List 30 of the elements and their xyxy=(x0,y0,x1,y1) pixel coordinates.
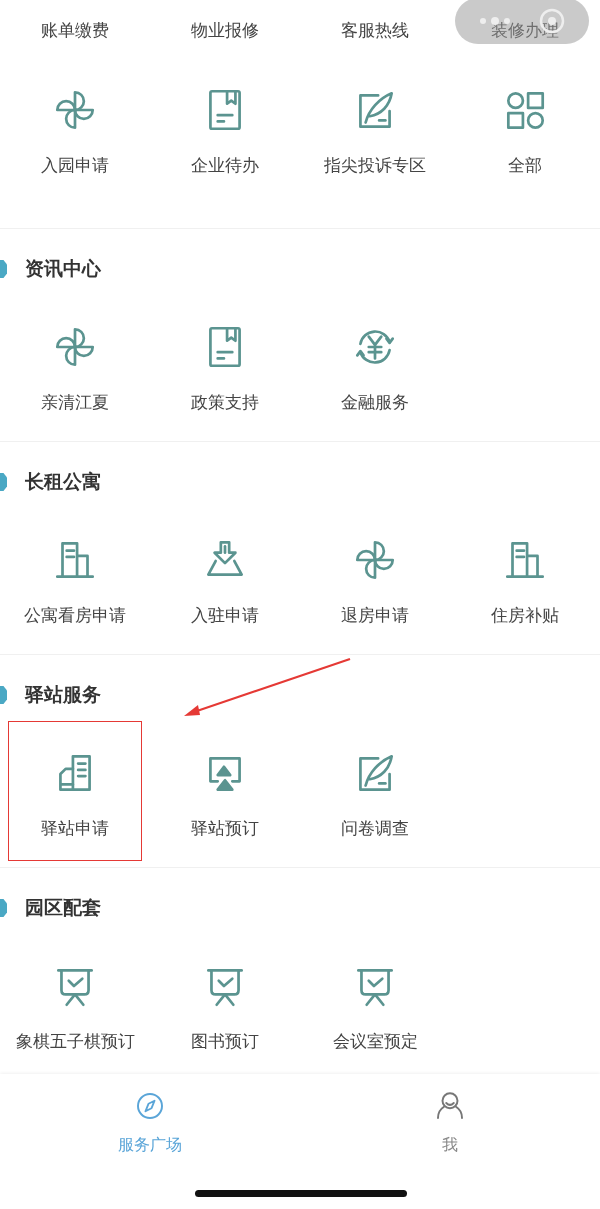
service-button[interactable]: 住房补贴 xyxy=(458,508,592,648)
section-marker xyxy=(0,260,7,278)
service-link[interactable]: 账单缴费 xyxy=(41,19,109,41)
tab[interactable]: 我 xyxy=(432,1088,468,1156)
service-button[interactable]: 指尖投诉专区 xyxy=(308,58,442,198)
service-button[interactable]: 入园申请 xyxy=(8,58,142,198)
service-link[interactable]: 客服热线 xyxy=(341,19,409,41)
service-button[interactable]: 象棋五子棋预订 xyxy=(8,934,142,1074)
section-marker xyxy=(0,899,7,917)
section-title: 驿站服务 xyxy=(25,682,101,707)
section-marker xyxy=(0,473,7,491)
service-button[interactable]: 驿站申请 xyxy=(8,721,142,861)
section-title: 资讯中心 xyxy=(25,256,101,281)
section-title: 长租公寓 xyxy=(25,469,101,494)
service-button[interactable]: 图书预订 xyxy=(158,934,292,1074)
service-link[interactable]: 物业报修 xyxy=(191,19,259,41)
service-button[interactable]: 政策支持 xyxy=(158,295,292,435)
section-title: 园区配套 xyxy=(25,895,101,920)
service-button[interactable]: 金融服务 xyxy=(308,295,442,435)
service-button[interactable]: 退房申请 xyxy=(308,508,442,648)
menu-capsule[interactable] xyxy=(455,0,589,44)
service-button[interactable]: 全部 xyxy=(458,58,592,198)
service-button[interactable]: 会议室预定 xyxy=(308,934,442,1074)
service-button[interactable]: 问卷调查 xyxy=(308,721,442,861)
service-button[interactable]: 公寓看房申请 xyxy=(8,508,142,648)
service-button[interactable]: 亲清江夏 xyxy=(8,295,142,435)
section-marker xyxy=(0,686,7,704)
service-button[interactable]: 企业待办 xyxy=(158,58,292,198)
service-button[interactable]: 入驻申请 xyxy=(158,508,292,648)
service-button[interactable]: 驿站预订 xyxy=(158,721,292,861)
